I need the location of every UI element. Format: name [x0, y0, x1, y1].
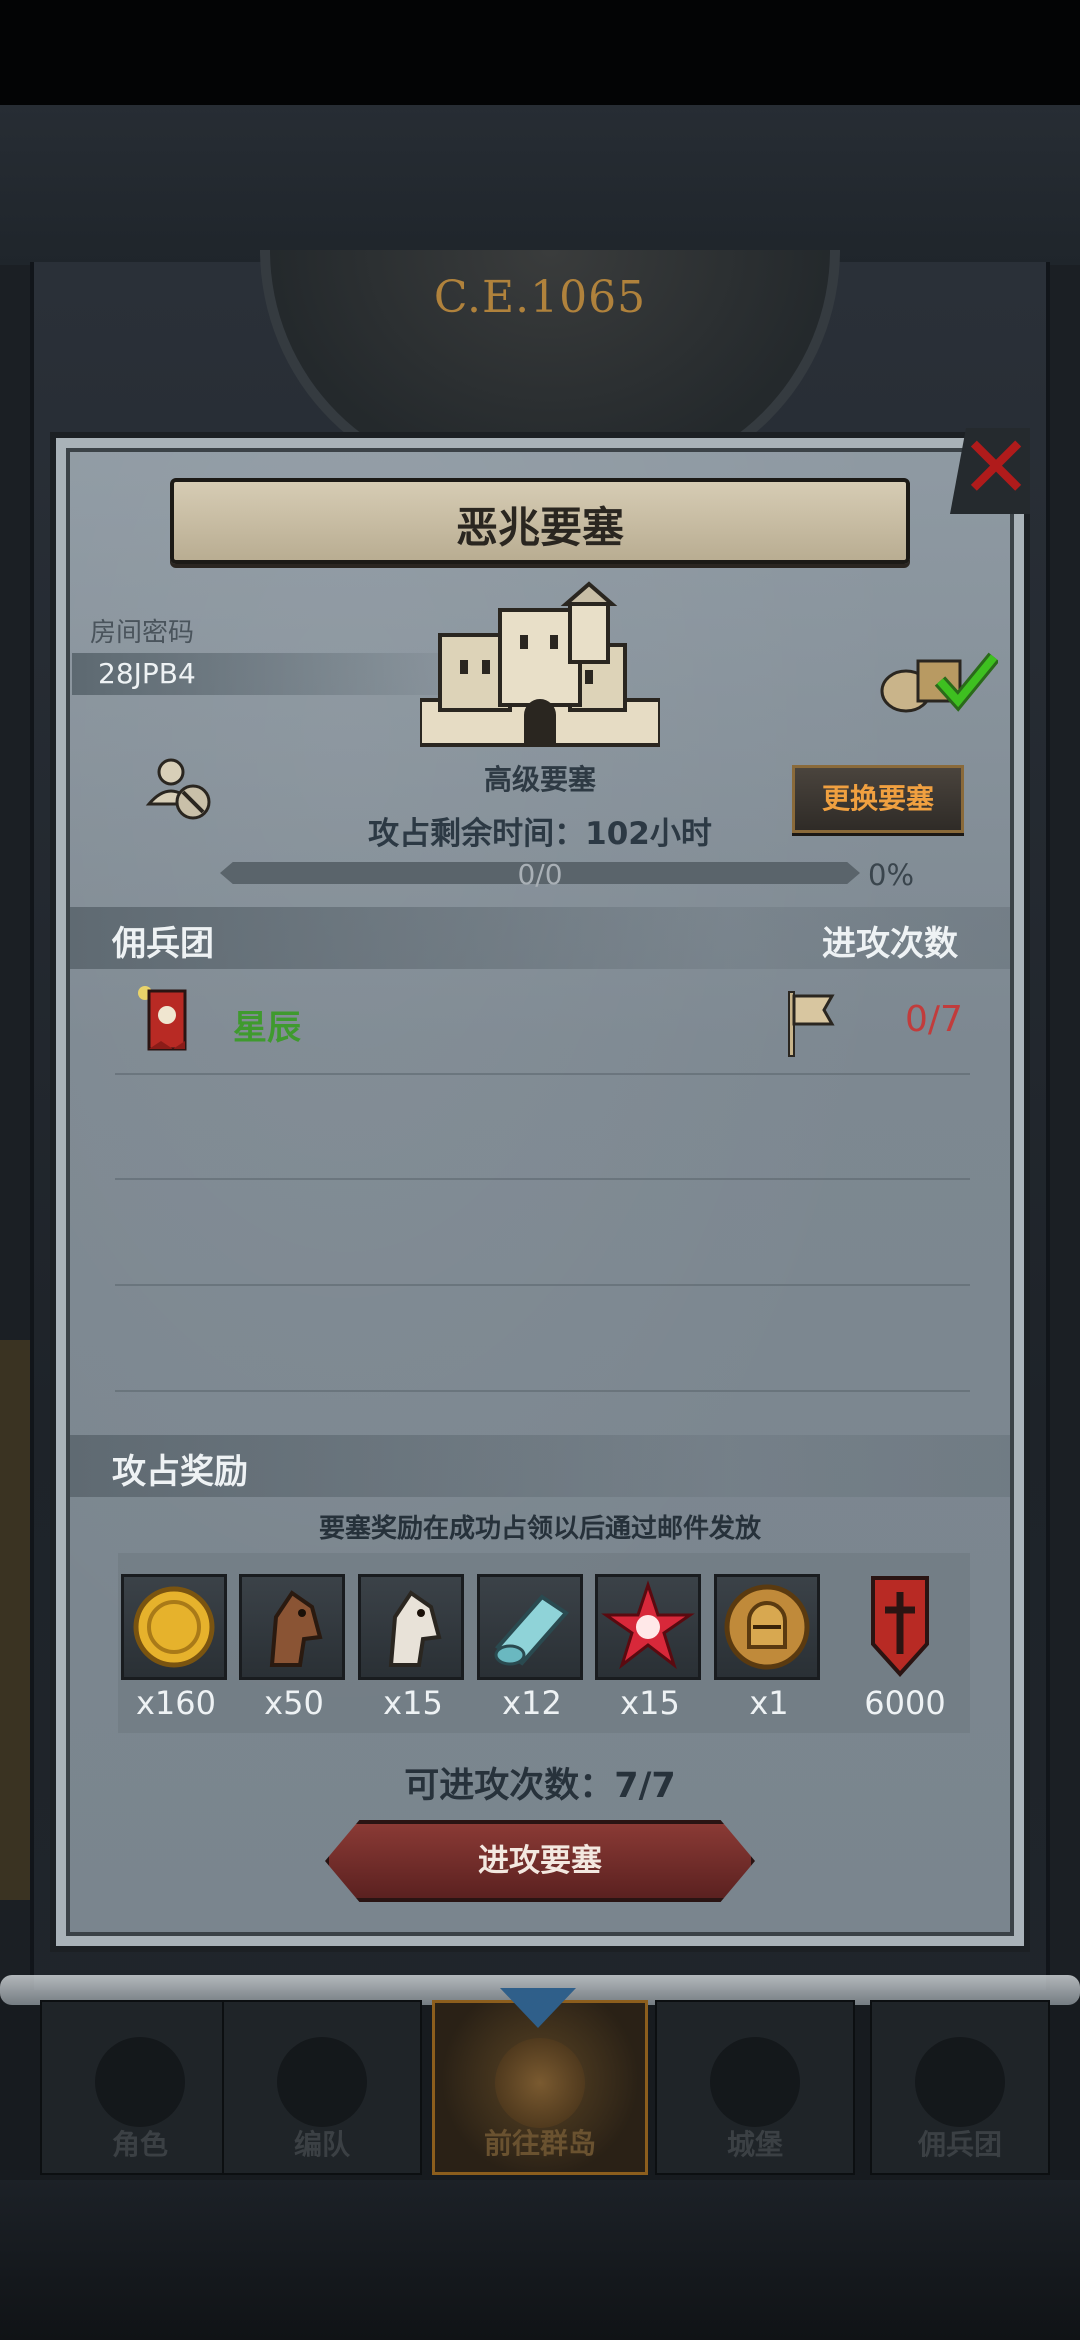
attack-fortress-button[interactable]: 进攻要塞 — [325, 1820, 755, 1902]
top-letterbox — [0, 0, 1080, 105]
mercenary-section-title: 佣兵团 — [112, 924, 214, 964]
row-divider — [115, 1284, 970, 1286]
map-compass-icon — [495, 2038, 585, 2128]
guild-banner-icon — [138, 986, 187, 1051]
reward-item[interactable]: x12 — [477, 1574, 587, 1722]
mercenary-name[interactable]: 星辰 — [233, 1000, 301, 1049]
reward-qty: x50 — [264, 1684, 324, 1722]
bottom-letterbox — [0, 2180, 1080, 2340]
sword-arm-icon — [915, 2037, 1005, 2127]
attack-count-header: 进攻次数 — [822, 924, 958, 964]
helmet-icon — [277, 2037, 367, 2127]
remaining-attempts: 可进攻次数：7/7 — [404, 1766, 676, 1806]
loot-bags-check-icon[interactable] — [878, 643, 998, 713]
chevron-down-icon — [500, 1988, 576, 2028]
progress-text: 0/0 — [517, 858, 563, 891]
reward-qty: x15 — [620, 1684, 680, 1722]
reward-note: 要塞奖励在成功占领以后通过邮件发放 — [318, 1514, 761, 1544]
flag-icon — [788, 991, 835, 1057]
fortress-icon — [420, 581, 660, 747]
row-divider — [115, 1073, 970, 1075]
era-label: C.E.1065 — [433, 272, 647, 323]
reward-qty: 6000 — [864, 1684, 946, 1722]
reward-qty: x160 — [135, 1684, 216, 1722]
nav-label: 城堡 — [726, 2128, 783, 2161]
row-divider — [115, 1390, 970, 1392]
brown-horse-icon — [269, 1590, 323, 1667]
reward-section-title: 攻占奖励 — [112, 1452, 248, 1492]
reward-item[interactable]: x160 — [121, 1574, 231, 1722]
reward-qty: x15 — [383, 1684, 443, 1722]
time-remaining: 攻占剩余时间：102小时 — [368, 816, 712, 852]
reward-qty: x1 — [749, 1684, 789, 1722]
left-side-strip — [0, 1340, 30, 1900]
progress-percent: 0% — [868, 858, 915, 892]
red-shield-banner-icon — [871, 1576, 929, 1677]
mercenary-attack-count: 0/7 — [905, 999, 963, 1040]
top-frame — [0, 105, 1080, 265]
nav-item-mercenary[interactable]: 佣兵团 — [870, 2000, 1050, 2175]
room-code-value: 28JPB4 — [98, 657, 196, 690]
nav-item-formation[interactable]: 编队 — [222, 2000, 422, 2175]
reward-qty: x12 — [502, 1684, 562, 1722]
nav-label: 前往群岛 — [483, 2127, 596, 2160]
nav-item-castle[interactable]: 城堡 — [655, 2000, 855, 2175]
room-code-label: 房间密码 — [90, 618, 195, 648]
title-plate: 恶兆要塞 — [170, 478, 910, 564]
knight-icon — [95, 2037, 185, 2127]
reward-item[interactable]: 6000 — [845, 1574, 965, 1722]
row-divider — [115, 1178, 970, 1180]
knight-helmet-medal-icon — [724, 1584, 810, 1670]
cloth-roll-icon — [494, 1594, 570, 1666]
reward-item[interactable]: x15 — [358, 1574, 468, 1722]
reward-item[interactable]: x15 — [595, 1574, 705, 1722]
white-horse-icon — [388, 1590, 442, 1667]
reward-item[interactable]: x50 — [239, 1574, 349, 1722]
castle-icon — [710, 2037, 800, 2127]
reward-item[interactable]: x1 — [714, 1574, 824, 1722]
dialog-title: 恶兆要塞 — [455, 503, 624, 552]
attack-fortress-label: 进攻要塞 — [478, 1843, 602, 1879]
red-star-crystal-icon — [601, 1580, 695, 1670]
close-icon[interactable]: ✕ — [956, 425, 1036, 511]
nav-item-character[interactable]: 角色 — [40, 2000, 240, 2175]
nav-label: 佣兵团 — [917, 2128, 1002, 2161]
nav-label: 角色 — [111, 2128, 168, 2161]
gold-coin-icon — [133, 1586, 215, 1668]
nav-label: 编队 — [293, 2128, 350, 2161]
